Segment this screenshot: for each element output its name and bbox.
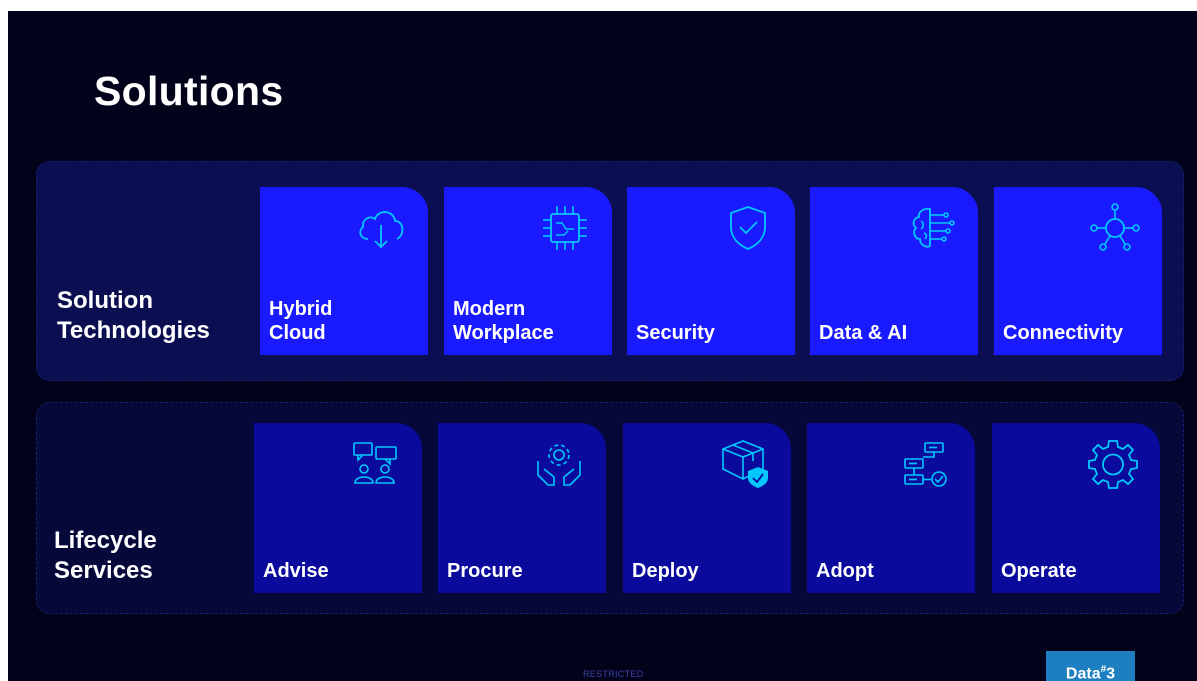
tile-label: Advise: [263, 560, 329, 582]
tile-label-line2: Workplace: [453, 322, 554, 344]
tile-data-ai[interactable]: Data & AI: [810, 187, 978, 355]
ai-brain-icon: [912, 207, 955, 248]
tile-label: Connectivity: [1003, 321, 1123, 345]
shield-check-icon: [730, 206, 766, 250]
tile-advise[interactable]: Advise: [254, 423, 422, 593]
cloud-download-icon: [359, 211, 404, 249]
tile-label: Procure: [447, 560, 523, 582]
logo-suffix: 3: [1106, 665, 1116, 681]
tile-deploy[interactable]: Deploy: [623, 423, 791, 593]
solution-technologies-label-line2: Technologies: [57, 317, 210, 344]
tile-hybrid-cloud[interactable]: Hybrid Cloud: [260, 187, 428, 355]
tile-label-line1: Modern: [453, 298, 526, 320]
lifecycle-services-label: Lifecycle Services: [54, 526, 157, 586]
gear-icon: [1088, 440, 1138, 489]
lifecycle-services-label-line2: Services: [54, 557, 153, 584]
tile-security[interactable]: Security: [627, 187, 795, 355]
data3-logo: Data#3: [1046, 651, 1135, 681]
tile-operate[interactable]: Operate: [992, 423, 1160, 593]
tile-label-line2: Cloud: [269, 322, 326, 344]
tile-label: Data & AI: [819, 321, 907, 345]
solution-technologies-label-line1: Solution: [57, 287, 153, 314]
tile-label: Security: [636, 321, 715, 345]
workflow-check-icon: [904, 442, 947, 487]
tile-label: Hybrid Cloud: [269, 297, 332, 345]
tile-label-line1: Hybrid: [269, 298, 333, 320]
tile-label-line2: Security: [636, 322, 715, 344]
tile-label: Modern Workplace: [453, 297, 554, 345]
tile-connectivity[interactable]: Connectivity: [994, 187, 1162, 355]
tile-label: Deploy: [632, 560, 699, 582]
lifecycle-services-label-line1: Lifecycle: [54, 527, 157, 554]
network-nodes-icon: [1090, 203, 1140, 251]
tile-label: Adopt: [816, 560, 874, 582]
tile-label-line2: Data & AI: [819, 322, 908, 344]
people-chat-icon: [353, 442, 397, 484]
solution-technologies-label: Solution Technologies: [57, 286, 210, 346]
tile-label: Operate: [1001, 560, 1077, 582]
circuit-chip-icon: [543, 206, 587, 250]
slide: Solutions Solution Technologies Hybrid C…: [8, 11, 1197, 681]
tile-procure[interactable]: Procure: [438, 423, 606, 593]
logo-text: Data: [1065, 665, 1101, 681]
page-title: Solutions: [94, 68, 284, 114]
tile-label-line2: Connectivity: [1003, 322, 1124, 344]
box-shield-icon: [722, 440, 768, 488]
tile-modern-workplace[interactable]: Modern Workplace: [444, 187, 612, 355]
classification-label: RESTRICTED: [583, 669, 644, 679]
tile-adopt[interactable]: Adopt: [807, 423, 975, 593]
hands-gear-icon: [537, 444, 581, 486]
